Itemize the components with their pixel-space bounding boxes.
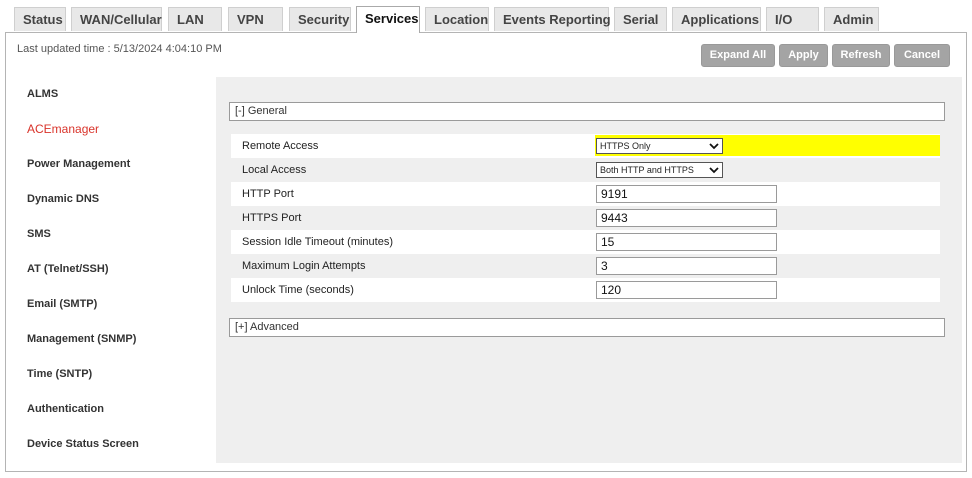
tab-wan-cellular[interactable]: WAN/Cellular (71, 7, 162, 31)
sidebar-item-sms[interactable]: SMS (16, 217, 216, 252)
tab-lan[interactable]: LAN (168, 7, 222, 31)
tab-serial[interactable]: Serial (614, 7, 667, 31)
tab-services[interactable]: Services (356, 6, 420, 33)
tab-io[interactable]: I/O (766, 7, 819, 31)
toolbar: Expand All Apply Refresh Cancel (701, 44, 950, 67)
remote-access-select[interactable]: HTTPS Only (596, 138, 723, 154)
tab-location[interactable]: Location (425, 7, 489, 31)
max-login-attempts-input[interactable]: 3 (596, 257, 777, 275)
sidebar: ALMS ACEmanager Power Management Dynamic… (16, 77, 216, 462)
advanced-section-toggle[interactable]: [+] Advanced (229, 318, 945, 337)
chevron-down-icon (709, 167, 719, 174)
table-row: Unlock Time (seconds) 120 (231, 278, 940, 302)
general-section-toggle[interactable]: [-] General (229, 102, 945, 121)
table-row: Maximum Login Attempts 3 (231, 254, 940, 278)
https-port-label: HTTPS Port (242, 212, 302, 224)
https-port-input[interactable]: 9443 (596, 209, 777, 227)
sidebar-item-alms[interactable]: ALMS (16, 77, 216, 112)
table-row: Remote Access HTTPS Only (231, 134, 940, 158)
table-row: Session Idle Timeout (minutes) 15 (231, 230, 940, 254)
unlock-time-label: Unlock Time (seconds) (242, 284, 354, 296)
local-access-select[interactable]: Both HTTP and HTTPS (596, 162, 723, 178)
sidebar-item-dynamic-dns[interactable]: Dynamic DNS (16, 182, 216, 217)
table-row: HTTPS Port 9443 (231, 206, 940, 230)
table-row: HTTP Port 9191 (231, 182, 940, 206)
refresh-button[interactable]: Refresh (832, 44, 890, 67)
remote-access-value: HTTPS Only (600, 141, 651, 151)
last-updated-time: Last updated time : 5/13/2024 4:04:10 PM (17, 43, 222, 55)
tab-security[interactable]: Security (289, 7, 351, 31)
local-access-value: Both HTTP and HTTPS (600, 165, 694, 175)
remote-access-label: Remote Access (242, 140, 319, 152)
sidebar-item-email-smtp[interactable]: Email (SMTP) (16, 287, 216, 322)
cancel-button[interactable]: Cancel (894, 44, 950, 67)
local-access-label: Local Access (242, 164, 307, 176)
top-tab-bar: Status WAN/Cellular LAN VPN Security Ser… (0, 0, 972, 33)
content-area: [-] General Remote Access HTTPS Only Loc… (216, 77, 962, 463)
max-login-attempts-label: Maximum Login Attempts (242, 260, 366, 272)
sidebar-item-power-management[interactable]: Power Management (16, 147, 216, 182)
unlock-time-input[interactable]: 120 (596, 281, 777, 299)
session-idle-timeout-label: Session Idle Timeout (minutes) (242, 236, 394, 248)
http-port-label: HTTP Port (242, 188, 294, 200)
tab-applications[interactable]: Applications (672, 7, 761, 31)
chevron-down-icon (709, 143, 719, 150)
table-row: Local Access Both HTTP and HTTPS (231, 158, 940, 182)
expand-all-button[interactable]: Expand All (701, 44, 775, 67)
tab-admin[interactable]: Admin (824, 7, 879, 31)
tab-status[interactable]: Status (14, 7, 66, 31)
sidebar-item-authentication[interactable]: Authentication (16, 392, 216, 427)
sidebar-item-management-snmp[interactable]: Management (SNMP) (16, 322, 216, 357)
general-settings-table: Remote Access HTTPS Only Local Access Bo… (231, 134, 940, 302)
sidebar-item-time-sntp[interactable]: Time (SNTP) (16, 357, 216, 392)
tab-events-reporting[interactable]: Events Reporting (494, 7, 611, 31)
http-port-input[interactable]: 9191 (596, 185, 777, 203)
sidebar-item-at-telnet-ssh[interactable]: AT (Telnet/SSH) (16, 252, 216, 287)
session-idle-timeout-input[interactable]: 15 (596, 233, 777, 251)
sidebar-item-device-status-screen[interactable]: Device Status Screen (16, 427, 216, 462)
services-panel: Last updated time : 5/13/2024 4:04:10 PM… (5, 32, 967, 472)
tab-vpn[interactable]: VPN (228, 7, 283, 31)
remote-access-highlight: HTTPS Only (595, 135, 940, 156)
apply-button[interactable]: Apply (779, 44, 828, 67)
sidebar-item-acemanager[interactable]: ACEmanager (16, 112, 216, 147)
